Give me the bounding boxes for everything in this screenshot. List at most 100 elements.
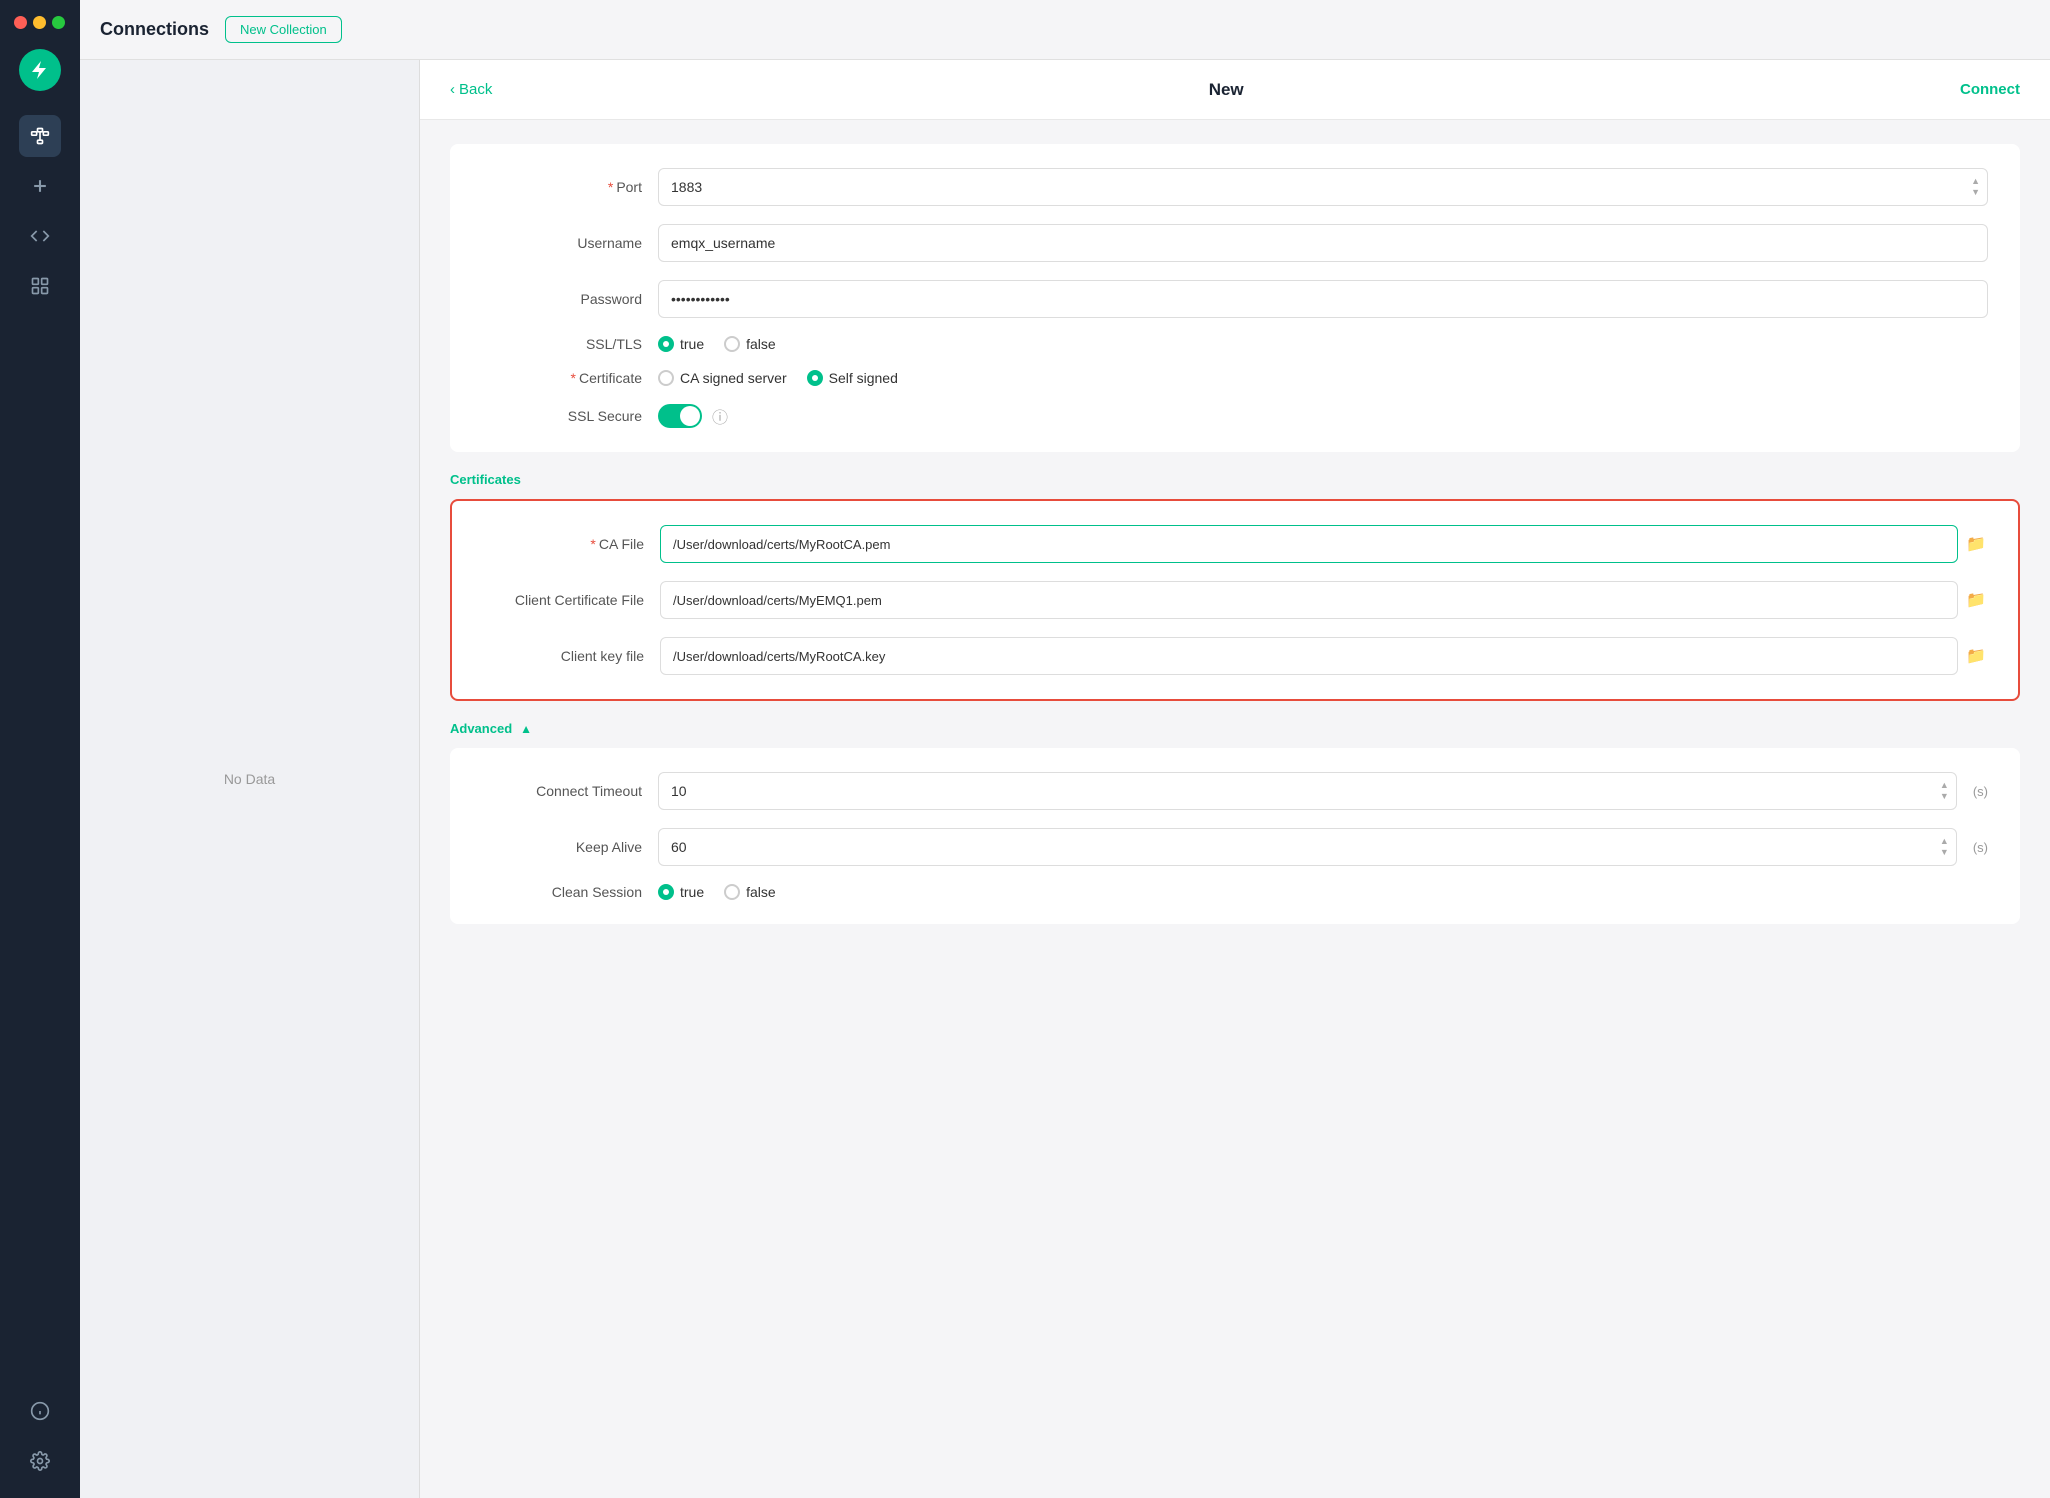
ssl-secure-controls: ⓘ (658, 404, 728, 428)
ssl-tls-false-radio[interactable] (724, 336, 740, 352)
timeout-decrement[interactable]: ▼ (1940, 792, 1949, 801)
port-required-star: * (608, 179, 613, 195)
connections-title: Connections (100, 19, 209, 40)
ca-file-label: *CA File (484, 536, 644, 552)
password-input[interactable] (658, 280, 1988, 318)
back-label: Back (459, 81, 492, 98)
traffic-lights (0, 16, 65, 29)
new-collection-button[interactable]: New Collection (225, 16, 342, 43)
port-label: *Port (482, 179, 642, 195)
client-cert-browse-button[interactable]: 📁 (1966, 590, 1986, 610)
certificates-section-header: Certificates (450, 472, 2020, 487)
port-row: *Port ▲ ▼ (482, 168, 1988, 206)
sidebar-item-add[interactable] (19, 165, 61, 207)
connections-bar: Connections New Collection (80, 0, 2050, 60)
connect-timeout-spinner: ▲ ▼ (1940, 781, 1949, 801)
client-cert-label: Client Certificate File (484, 592, 644, 608)
code-icon (30, 226, 50, 246)
certificate-label: *Certificate (482, 370, 642, 386)
form-header: ‹ Back New Connect (420, 60, 2050, 120)
clean-session-options: true false (658, 884, 776, 900)
close-button[interactable] (14, 16, 27, 29)
cert-self-signed-radio[interactable] (807, 370, 823, 386)
ssl-tls-true-radio[interactable] (658, 336, 674, 352)
keep-alive-decrement[interactable]: ▼ (1940, 848, 1949, 857)
keep-alive-input[interactable] (658, 828, 1957, 866)
keep-alive-increment[interactable]: ▲ (1940, 837, 1949, 846)
ssl-secure-toggle[interactable] (658, 404, 702, 428)
sidebar-item-connections[interactable] (19, 115, 61, 157)
advanced-label: Advanced (450, 721, 512, 736)
clean-session-true-option[interactable]: true (658, 884, 704, 900)
keep-alive-unit: (s) (1973, 840, 1988, 855)
sidebar-item-info[interactable] (19, 1390, 61, 1432)
cert-ca-signed-option[interactable]: CA signed server (658, 370, 787, 386)
certificates-section: *CA File 📁 Client Certificate File (450, 499, 2020, 701)
ca-file-input[interactable] (660, 525, 1958, 563)
client-key-row: Client key file 📁 (484, 637, 1986, 675)
client-key-label: Client key file (484, 648, 644, 664)
certificate-options: CA signed server Self signed (658, 370, 898, 386)
timeout-increment[interactable]: ▲ (1940, 781, 1949, 790)
logo-icon (28, 58, 52, 82)
advanced-collapse-icon[interactable]: ▲ (520, 722, 532, 736)
ssl-tls-true-option[interactable]: true (658, 336, 704, 352)
client-cert-input[interactable] (660, 581, 1958, 619)
advanced-form-section: Connect Timeout ▲ ▼ (s) (450, 748, 2020, 924)
cert-ca-signed-radio[interactable] (658, 370, 674, 386)
cert-self-signed-option[interactable]: Self signed (807, 370, 898, 386)
clean-session-true-radio[interactable] (658, 884, 674, 900)
cert-required-star: * (571, 370, 576, 386)
clean-session-row: Clean Session true false (482, 884, 1988, 900)
page-title: New (1209, 80, 1244, 100)
ca-required-star: * (590, 536, 595, 552)
back-chevron: ‹ (450, 81, 455, 98)
settings-icon (30, 1451, 50, 1471)
username-input[interactable] (658, 224, 1988, 262)
certificates-section-wrapper: Certificates *CA File 📁 (450, 472, 2020, 701)
connect-timeout-input[interactable] (658, 772, 1957, 810)
port-decrement[interactable]: ▼ (1971, 188, 1980, 197)
sidebar-item-settings[interactable] (19, 1440, 61, 1482)
client-key-input[interactable] (660, 637, 1958, 675)
add-icon (30, 176, 50, 196)
connect-button[interactable]: Connect (1960, 81, 2020, 98)
clean-session-false-label: false (746, 884, 776, 900)
clean-session-label: Clean Session (482, 884, 642, 900)
connect-timeout-wrapper: ▲ ▼ (658, 772, 1957, 810)
advanced-section-header: Advanced ▲ (450, 721, 2020, 736)
ssl-tls-false-label: false (746, 336, 776, 352)
connect-timeout-row: Connect Timeout ▲ ▼ (s) (482, 772, 1988, 810)
connections-icon (30, 126, 50, 146)
clean-session-false-radio[interactable] (724, 884, 740, 900)
sidebar-item-code[interactable] (19, 215, 61, 257)
right-panel: ‹ Back New Connect *Port (420, 60, 2050, 1498)
username-label: Username (482, 235, 642, 251)
ca-file-browse-button[interactable]: 📁 (1966, 534, 1986, 554)
sidebar-item-data[interactable] (19, 265, 61, 307)
back-button[interactable]: ‹ Back (450, 81, 492, 98)
client-key-browse-button[interactable]: 📁 (1966, 646, 1986, 666)
cert-ca-signed-label: CA signed server (680, 370, 787, 386)
password-label: Password (482, 291, 642, 307)
port-increment[interactable]: ▲ (1971, 177, 1980, 186)
ssl-tls-false-option[interactable]: false (724, 336, 776, 352)
clean-session-false-option[interactable]: false (724, 884, 776, 900)
certificate-row: *Certificate CA signed server Self signe… (482, 370, 1988, 386)
minimize-button[interactable] (33, 16, 46, 29)
connect-timeout-unit: (s) (1973, 784, 1988, 799)
ssl-secure-label: SSL Secure (482, 408, 642, 424)
info-icon (30, 1401, 50, 1421)
ssl-secure-row: SSL Secure ⓘ (482, 404, 1988, 428)
ssl-tls-label: SSL/TLS (482, 336, 642, 352)
no-data-label: No Data (224, 771, 275, 787)
port-input[interactable] (658, 168, 1988, 206)
main-container: Connections New Collection No Data ‹ Bac… (80, 0, 2050, 1498)
maximize-button[interactable] (52, 16, 65, 29)
ssl-secure-info-icon[interactable]: ⓘ (712, 404, 728, 428)
ca-file-row: *CA File 📁 (484, 525, 1986, 563)
app-logo (19, 49, 61, 91)
left-panel: No Data (80, 60, 420, 1498)
main-form-section: *Port ▲ ▼ Username (450, 144, 2020, 452)
client-cert-row: Client Certificate File 📁 (484, 581, 1986, 619)
